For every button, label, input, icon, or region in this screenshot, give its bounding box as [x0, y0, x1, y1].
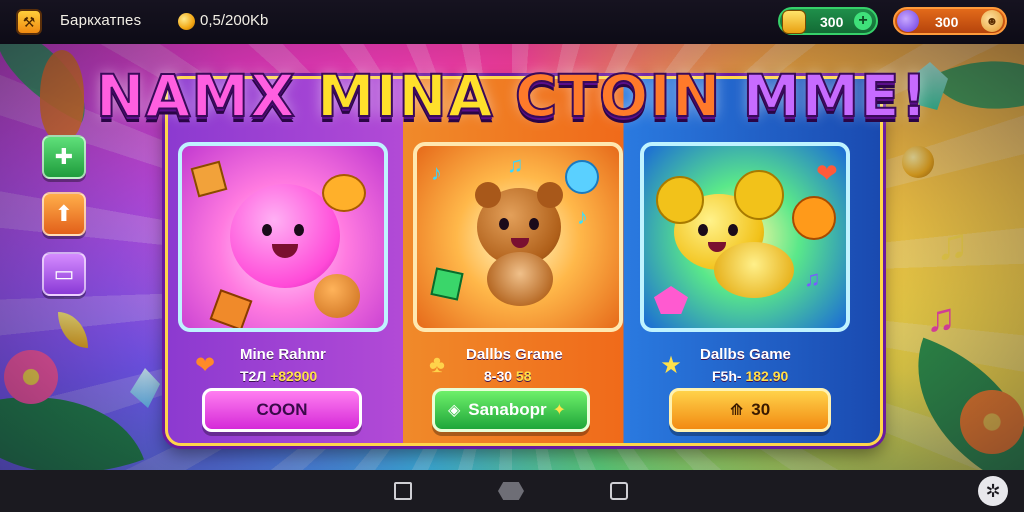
- recent-apps-icon[interactable]: [394, 482, 412, 500]
- music-note-icon: ♫: [936, 220, 969, 269]
- sparkle-icon: ✦: [552, 402, 567, 419]
- ticket-icon: ⟰: [729, 402, 744, 419]
- home-icon[interactable]: [498, 482, 524, 500]
- puzzle-button[interactable]: ✚: [42, 135, 86, 179]
- creature-eye: [262, 224, 272, 236]
- candy-icon: [322, 174, 366, 212]
- game-stats-2: 8-30 58: [484, 368, 532, 384]
- game-card-1[interactable]: [178, 142, 388, 332]
- game-card-2[interactable]: ♪ ♫ ♪: [413, 142, 623, 332]
- music-note-icon: ♫: [507, 152, 524, 177]
- waffle-icon: [209, 289, 253, 328]
- title-word: CTOIN: [514, 61, 722, 131]
- upload-button[interactable]: ⬆: [42, 192, 86, 236]
- music-note-icon: ♪: [577, 204, 588, 229]
- play-button-label: 30: [751, 400, 771, 419]
- game-stat-b: 58: [515, 368, 532, 384]
- settings-icon[interactable]: ✲: [978, 476, 1008, 506]
- mouse-body: [714, 242, 794, 298]
- game-stats-1: T2Л +82900: [240, 368, 317, 384]
- fox-icon: [792, 196, 836, 240]
- avatar-icon[interactable]: ☻: [981, 10, 1003, 32]
- play-button-label: Sanabopr: [468, 400, 547, 419]
- top-bar: ⚒ Баркхатпes 0,5/200Kb 300 + 300 ☻: [0, 0, 1024, 44]
- play-button-1[interactable]: COON: [202, 388, 362, 432]
- flower: [960, 390, 1024, 454]
- heart-icon: ❤: [816, 158, 838, 188]
- mouse-ear: [734, 170, 784, 220]
- game-stat-a: T2Л: [240, 368, 267, 384]
- game-stat-a: F5h-: [712, 368, 742, 384]
- bear-creature: [314, 274, 360, 318]
- gem-icon: [430, 267, 464, 301]
- game-stat-a: 8-30: [484, 368, 513, 384]
- card-button[interactable]: ▭: [42, 252, 86, 296]
- flower: [4, 350, 58, 404]
- bear-ear: [475, 182, 501, 208]
- gems-value: 300: [820, 14, 844, 30]
- gem-icon: [782, 10, 806, 34]
- music-note-icon: ♫: [804, 266, 821, 291]
- play-button-2[interactable]: ◈ Sanabopr ✦: [432, 388, 590, 432]
- puzzle-icon: ✚: [54, 144, 74, 169]
- coins-label: 0,5/200Kb: [200, 12, 269, 29]
- game-name-3: Dallbs Game: [700, 346, 791, 363]
- crystal-icon: [130, 368, 160, 408]
- music-note-icon: ♫: [926, 296, 956, 340]
- bell-icon: ♣: [429, 351, 445, 378]
- creature-eye: [698, 224, 708, 236]
- game-logo-icon[interactable]: ⚒: [16, 9, 42, 35]
- plus-icon[interactable]: +: [854, 12, 872, 30]
- game-name-2: Dallbs Grame: [466, 346, 563, 363]
- card-icon: ▭: [53, 261, 75, 286]
- upload-icon: ⬆: [54, 201, 74, 226]
- creature-eye: [728, 224, 738, 236]
- game-card-3[interactable]: ❤ ♫: [640, 142, 850, 332]
- tokens-counter[interactable]: 300 ☻: [893, 7, 1007, 35]
- creature-eye: [499, 218, 509, 230]
- main-title: NAMX MINA CTOIN MME!: [0, 61, 1024, 131]
- tokens-value: 300: [935, 14, 959, 30]
- game-name-1: Mine Rahmr: [240, 346, 326, 363]
- heart-icon: ❤: [194, 351, 216, 379]
- mouse-ear: [656, 176, 704, 224]
- play-icon: ◈: [447, 402, 461, 419]
- bear-body: [487, 252, 553, 306]
- play-button-3[interactable]: ⟰ 30: [669, 388, 831, 432]
- creature-eye: [529, 218, 539, 230]
- coin-icon: [902, 146, 934, 178]
- title-word: MME!: [742, 61, 929, 131]
- game-stat-b: +82900: [270, 368, 318, 384]
- leaf-gem-icon: [58, 312, 88, 348]
- creature-eye: [294, 224, 304, 236]
- waffle-icon: [190, 160, 228, 198]
- title-word: NAMX: [95, 61, 296, 131]
- star-icon: ★: [660, 351, 682, 379]
- back-icon[interactable]: [610, 482, 628, 500]
- play-button-label: COON: [256, 400, 308, 419]
- coin-icon: [178, 13, 195, 30]
- game-stats-3: F5h- 182.90: [712, 368, 788, 384]
- bubble-icon: [565, 160, 599, 194]
- music-note-icon: ♪: [431, 160, 442, 185]
- game-stat-b: 182.90: [745, 368, 789, 384]
- gems-counter[interactable]: 300 +: [778, 7, 878, 35]
- title-word: MINA: [316, 61, 494, 131]
- flower-icon: [654, 286, 688, 314]
- app-title: Баркхатпes: [60, 12, 142, 29]
- bear-ear: [537, 182, 563, 208]
- token-icon: [897, 10, 919, 32]
